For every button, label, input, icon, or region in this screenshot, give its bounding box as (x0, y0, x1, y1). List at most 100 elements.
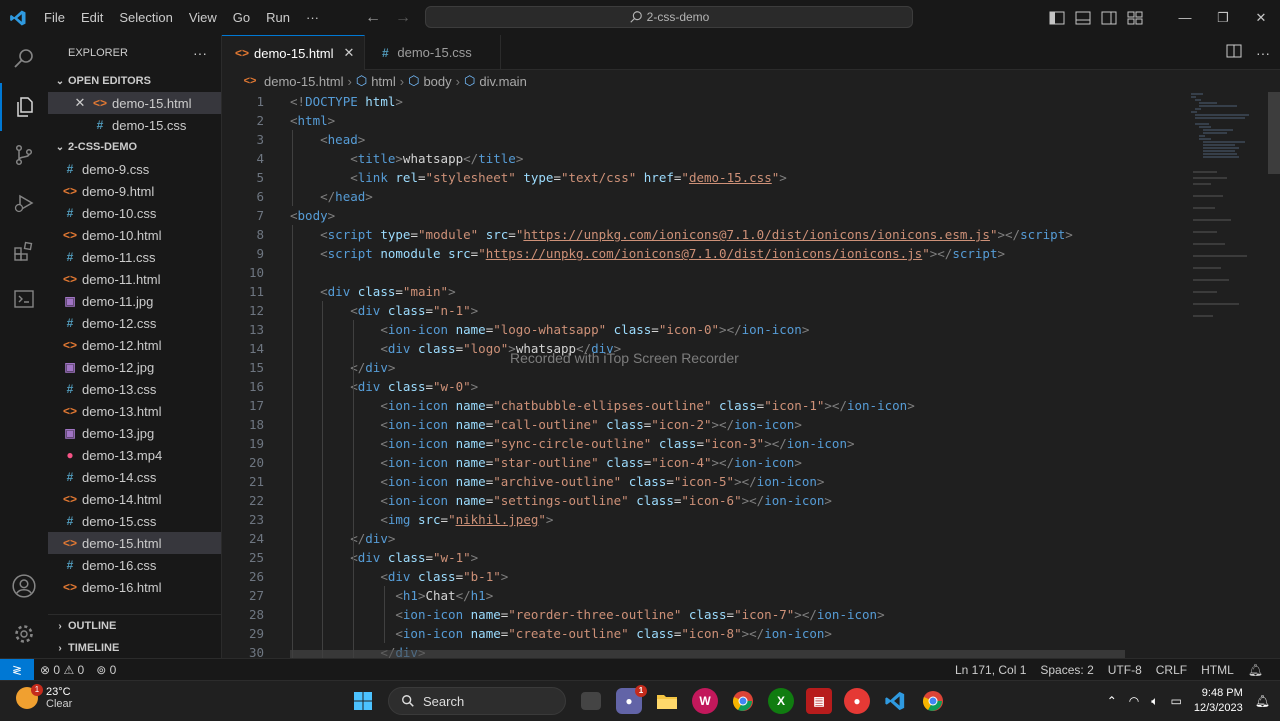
menu-edit[interactable]: Edit (73, 0, 111, 35)
file-item[interactable]: # demo-11.css (48, 246, 221, 268)
explorer-more-icon[interactable]: ··· (193, 45, 207, 61)
taskbar-search[interactable]: Search (388, 687, 566, 715)
menu-file[interactable]: File (36, 0, 73, 35)
menu-go[interactable]: Go (225, 0, 258, 35)
breadcrumb-html[interactable]: html (371, 74, 396, 89)
split-editor-icon[interactable] (1226, 44, 1242, 61)
close-tab-icon[interactable]: ✕ (343, 45, 354, 61)
file-item[interactable]: # demo-10.css (48, 202, 221, 224)
run-debug-icon[interactable] (0, 179, 48, 227)
account-icon[interactable] (0, 562, 48, 610)
file-item[interactable]: ▣ demo-11.jpg (48, 290, 221, 312)
back-arrow-icon[interactable]: ← (365, 9, 381, 27)
search-icon[interactable] (0, 35, 48, 83)
wps-office-icon[interactable]: W (692, 688, 718, 714)
toggle-secondary-sidebar-icon[interactable] (1096, 0, 1122, 35)
file-item[interactable]: # demo-9.css (48, 158, 221, 180)
task-view-icon[interactable] (581, 692, 601, 710)
chrome-profile-icon[interactable] (920, 688, 946, 714)
xbox-icon[interactable]: X (768, 688, 794, 714)
file-item[interactable]: # demo-14.css (48, 466, 221, 488)
horizontal-scrollbar[interactable] (290, 650, 1125, 658)
file-item[interactable]: #demo-17.css (48, 598, 221, 600)
toggle-sidebar-icon[interactable] (1044, 0, 1070, 35)
line-number: 17 (248, 398, 264, 413)
folder-section[interactable]: ⌄ 2-CSS-DEMO (48, 136, 221, 158)
menu-more[interactable]: ··· (298, 0, 327, 35)
breadcrumb-file[interactable]: demo-15.html (264, 74, 343, 89)
indentation[interactable]: Spaces: 2 (1033, 663, 1100, 677)
close-window-icon[interactable]: ✕ (1242, 0, 1280, 35)
explorer-icon[interactable] (0, 83, 48, 131)
chrome-icon[interactable] (730, 688, 756, 714)
tab-demo-15-html[interactable]: <> demo-15.html ✕ (222, 35, 366, 70)
file-item[interactable]: # demo-15.css (48, 510, 221, 532)
clock[interactable]: 9:48 PM 12/3/2023 (1194, 686, 1243, 716)
vscode-taskbar-icon[interactable] (882, 688, 908, 714)
outline-section[interactable]: › OUTLINE (48, 615, 222, 637)
customize-layout-icon[interactable] (1122, 0, 1148, 35)
notifications-bell-icon[interactable]: 🔔︎ (1241, 663, 1270, 677)
vertical-scrollbar[interactable] (1267, 92, 1280, 658)
game-app-icon[interactable]: ▤ (806, 688, 832, 714)
breadcrumb-div-main[interactable]: div.main (479, 74, 526, 89)
source-control-icon[interactable] (0, 131, 48, 179)
remote-indicator-icon[interactable]: ≷ (0, 659, 34, 680)
teams-chat-icon[interactable]: ● 1 (616, 685, 647, 714)
maximize-icon[interactable]: ❐ (1204, 0, 1242, 35)
file-item[interactable]: ▣ demo-13.jpg (48, 422, 221, 444)
code-editor[interactable]: 30 </div>29 <ion-icon name="create-outli… (222, 92, 1187, 658)
volume-icon[interactable]: 🔈︎ (1151, 694, 1158, 709)
file-item[interactable]: # demo-12.css (48, 312, 221, 334)
command-center-search[interactable]: 2-css-demo (425, 6, 913, 28)
file-item[interactable]: <> demo-11.html (48, 268, 221, 290)
open-editor-item[interactable]: # demo-15.css (48, 114, 221, 136)
menu-view[interactable]: View (181, 0, 225, 35)
settings-gear-icon[interactable] (0, 610, 48, 658)
terminal-panel-icon[interactable] (0, 275, 48, 323)
tab-demo-15-css[interactable]: # demo-15.css (365, 35, 501, 70)
toggle-panel-icon[interactable] (1070, 0, 1096, 35)
battery-icon[interactable]: ▭ (1170, 694, 1181, 708)
close-icon[interactable]: ✕ (72, 95, 88, 111)
menu-run[interactable]: Run (258, 0, 298, 35)
line-number: 13 (248, 322, 264, 337)
extensions-icon[interactable] (0, 227, 48, 275)
code-token: ></ (741, 493, 765, 508)
file-item[interactable]: <> demo-10.html (48, 224, 221, 246)
file-item[interactable]: # demo-16.css (48, 554, 221, 576)
minimap[interactable] (1187, 92, 1267, 658)
encoding[interactable]: UTF-8 (1101, 663, 1149, 677)
timeline-section[interactable]: › TIMELINE (48, 637, 222, 659)
open-editor-item[interactable]: ✕ <> demo-15.html (48, 92, 221, 114)
problems-indicator[interactable]: ⊗ 0 ⚠ 0 (34, 663, 90, 677)
windows-start-icon[interactable] (350, 688, 376, 714)
cursor-position[interactable]: Ln 171, Col 1 (948, 663, 1033, 677)
menu-selection[interactable]: Selection (111, 0, 180, 35)
file-item[interactable]: <> demo-14.html (48, 488, 221, 510)
file-item[interactable]: <> demo-12.html (48, 334, 221, 356)
file-item[interactable]: ● demo-13.mp4 (48, 444, 221, 466)
file-item[interactable]: ▣ demo-12.jpg (48, 356, 221, 378)
end-of-line[interactable]: CRLF (1149, 663, 1194, 677)
more-actions-icon[interactable]: ··· (1256, 45, 1270, 61)
file-item[interactable]: <> demo-15.html (48, 532, 221, 554)
element-icon: ⬡ (355, 73, 368, 88)
screen-recorder-icon[interactable]: ● (844, 688, 870, 714)
weather-widget[interactable]: 1 23°C Clear (16, 684, 72, 710)
file-item[interactable]: <> demo-16.html (48, 576, 221, 598)
breadcrumb-body[interactable]: body (423, 74, 451, 89)
file-item[interactable]: <> demo-9.html (48, 180, 221, 202)
language-mode[interactable]: HTML (1194, 663, 1241, 677)
wifi-icon[interactable]: ◠ (1129, 694, 1139, 708)
file-item[interactable]: # demo-13.css (48, 378, 221, 400)
minimize-icon[interactable]: — (1166, 0, 1204, 35)
file-item[interactable]: <> demo-13.html (48, 400, 221, 422)
open-editors-section[interactable]: ⌄ OPEN EDITORS (48, 70, 221, 92)
forward-arrow-icon[interactable]: → (395, 9, 411, 27)
ports-indicator[interactable]: ⊚ 0 (90, 663, 122, 677)
chevron-up-icon[interactable]: ⌃ (1107, 694, 1117, 708)
file-explorer-icon[interactable] (654, 688, 680, 714)
notification-icon[interactable]: 🔔︎ (1255, 694, 1270, 708)
